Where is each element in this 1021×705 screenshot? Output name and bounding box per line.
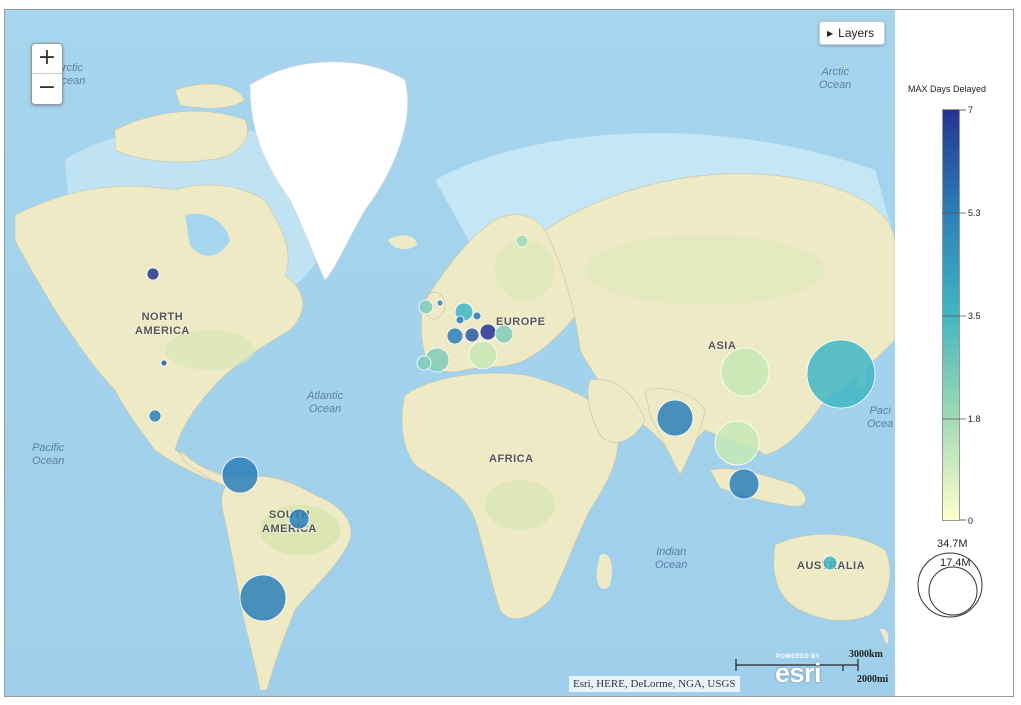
scale-mi-label: 2000mi	[857, 674, 889, 685]
legend-tick-0: 0	[968, 516, 974, 526]
legend-tick-7: 7	[968, 105, 974, 115]
bubble-australia[interactable]	[822, 555, 838, 571]
legend-size-large-label: 34.7M	[937, 538, 968, 550]
bubble-china[interactable]	[720, 347, 770, 397]
world-map[interactable]: Arctic Ocean Arctic Ocean Atlantic Ocean…	[5, 10, 895, 696]
bubble-uk[interactable]	[418, 299, 434, 315]
bubble-austria[interactable]	[479, 323, 497, 341]
esri-wordmark: esri	[774, 658, 822, 688]
bubble-belgium[interactable]	[455, 315, 465, 325]
bubble-italy[interactable]	[468, 340, 498, 370]
bubble-portugal[interactable]	[416, 355, 432, 371]
legend-title: MAX Days Delayed	[908, 84, 987, 94]
bubble-brazil[interactable]	[288, 508, 310, 530]
bubble-finland[interactable]	[515, 234, 529, 248]
bubble-thailand[interactable]	[714, 420, 760, 466]
legend-tick-1-8: 1.8	[968, 414, 981, 424]
legend-size-circles	[917, 552, 983, 618]
esri-logo[interactable]: POWERED BY esri	[768, 654, 828, 690]
caret-right-icon: ▶	[827, 29, 834, 38]
bubble-switzerland[interactable]	[464, 327, 480, 343]
bubble-layer	[146, 234, 876, 622]
bubble-usa[interactable]	[160, 359, 168, 367]
legend-tick-3-5: 3.5	[968, 311, 981, 321]
legend: MAX Days Delayed 7 5.3 3.5 1.8 0 34.7M 1…	[900, 84, 1012, 624]
bubble-canada[interactable]	[146, 267, 160, 281]
layers-label: Layers	[838, 26, 875, 40]
zoom-out-button[interactable]: −	[32, 74, 62, 103]
bubble-germany[interactable]	[472, 311, 482, 321]
bubble-colombia[interactable]	[221, 456, 259, 494]
zoom-in-button[interactable]: +	[32, 44, 62, 74]
scale-km-label: 3000km	[849, 649, 883, 660]
bubble-indonesia[interactable]	[728, 468, 760, 500]
zoom-control: + −	[31, 43, 63, 105]
bubble-japan[interactable]	[806, 339, 876, 409]
legend-tick-5-3: 5.3	[968, 208, 981, 218]
layers-button[interactable]: ▶ Layers	[819, 21, 885, 45]
bubble-hungary[interactable]	[494, 324, 514, 344]
bubble-mexico[interactable]	[148, 409, 162, 423]
bubble-india[interactable]	[656, 399, 694, 437]
bubble-norway[interactable]	[436, 299, 444, 307]
legend-ticks	[942, 109, 966, 521]
bubble-france[interactable]	[446, 327, 464, 345]
map-attribution: Esri, HERE, DeLorme, NGA, USGS	[569, 676, 740, 692]
bubble-argentina[interactable]	[239, 574, 287, 622]
